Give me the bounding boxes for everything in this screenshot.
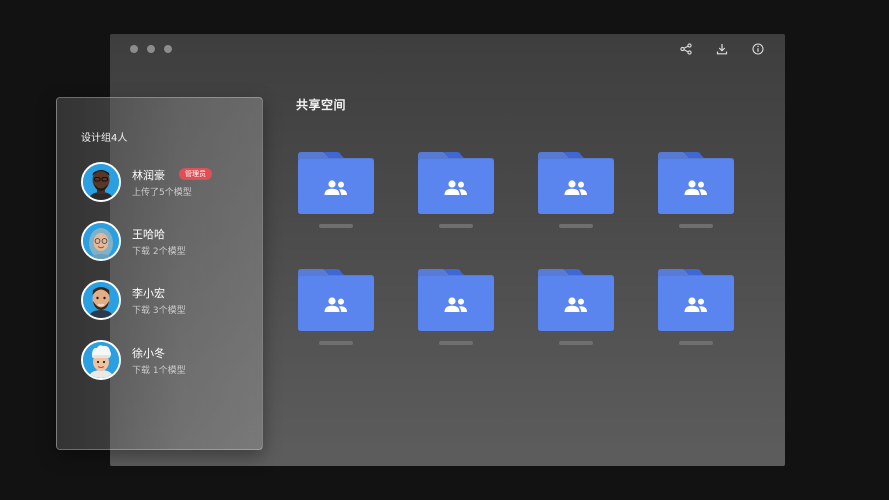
folder-name-placeholder bbox=[319, 341, 353, 345]
avatar bbox=[81, 221, 121, 261]
admin-badge: 管理员 bbox=[179, 168, 212, 180]
folder-item[interactable] bbox=[656, 151, 736, 228]
team-title: 设计组4人 bbox=[81, 133, 128, 144]
close-dot[interactable] bbox=[130, 45, 138, 53]
folder-name-placeholder bbox=[559, 224, 593, 228]
avatar-hijab-woman-icon bbox=[83, 223, 119, 259]
download-icon bbox=[716, 44, 728, 55]
shared-folder-icon bbox=[418, 152, 494, 214]
folder-name-placeholder bbox=[439, 224, 473, 228]
member-name: 李小宏 bbox=[132, 287, 165, 300]
download-button[interactable] bbox=[715, 41, 729, 57]
folder-item[interactable] bbox=[416, 151, 496, 228]
shared-folder-icon bbox=[538, 269, 614, 331]
maximize-dot[interactable] bbox=[164, 45, 172, 53]
member-item[interactable]: 李小宏 下载 3个模型 bbox=[81, 280, 261, 322]
folder-item[interactable] bbox=[656, 268, 736, 345]
member-activity: 下载 1个模型 bbox=[132, 366, 186, 376]
folder-name-placeholder bbox=[319, 224, 353, 228]
member-item[interactable]: 王哈哈 下载 2个模型 bbox=[81, 221, 261, 263]
member-activity: 下载 2个模型 bbox=[132, 247, 186, 257]
shared-folder-icon bbox=[418, 269, 494, 331]
member-name: 徐小冬 bbox=[132, 347, 165, 360]
folder-grid bbox=[296, 151, 736, 345]
shared-folder-icon bbox=[298, 152, 374, 214]
member-item[interactable]: 林润豪 管理员 上传了5个模型 bbox=[81, 162, 261, 204]
avatar bbox=[81, 280, 121, 320]
stage: 共享空间 设计组4人 林润豪 管理员 上传了5个模型 王哈哈 下载 2个模型 李… bbox=[0, 0, 889, 500]
member-activity: 下载 3个模型 bbox=[132, 306, 186, 316]
folder-name-placeholder bbox=[439, 341, 473, 345]
folder-name-placeholder bbox=[559, 341, 593, 345]
share-icon bbox=[680, 43, 692, 55]
folder-item[interactable] bbox=[296, 268, 376, 345]
folder-name-placeholder bbox=[679, 224, 713, 228]
shared-folder-icon bbox=[298, 269, 374, 331]
shared-folder-icon bbox=[658, 269, 734, 331]
share-button[interactable] bbox=[679, 41, 693, 57]
minimize-dot[interactable] bbox=[147, 45, 155, 53]
member-name: 林润豪 bbox=[132, 169, 165, 182]
member-item[interactable]: 徐小冬 下载 1个模型 bbox=[81, 340, 261, 382]
shared-folder-icon bbox=[538, 152, 614, 214]
toolbar bbox=[679, 41, 765, 57]
window-controls bbox=[130, 45, 172, 53]
folder-item[interactable] bbox=[416, 268, 496, 345]
folder-item[interactable] bbox=[536, 151, 616, 228]
member-name: 王哈哈 bbox=[132, 228, 165, 241]
page-title: 共享空间 bbox=[296, 98, 347, 112]
avatar bbox=[81, 340, 121, 380]
shared-folder-icon bbox=[658, 152, 734, 214]
folder-name-placeholder bbox=[679, 341, 713, 345]
avatar-dark-man-icon bbox=[83, 164, 119, 200]
avatar-chef-icon bbox=[83, 342, 119, 378]
avatar bbox=[81, 162, 121, 202]
folder-item[interactable] bbox=[296, 151, 376, 228]
team-panel: 设计组4人 林润豪 管理员 上传了5个模型 王哈哈 下载 2个模型 李小宏 下载… bbox=[56, 97, 263, 450]
avatar-bearded-man-icon bbox=[83, 282, 119, 318]
member-activity: 上传了5个模型 bbox=[132, 188, 192, 198]
folder-item[interactable] bbox=[536, 268, 616, 345]
info-button[interactable] bbox=[751, 41, 765, 57]
info-icon bbox=[752, 43, 764, 55]
